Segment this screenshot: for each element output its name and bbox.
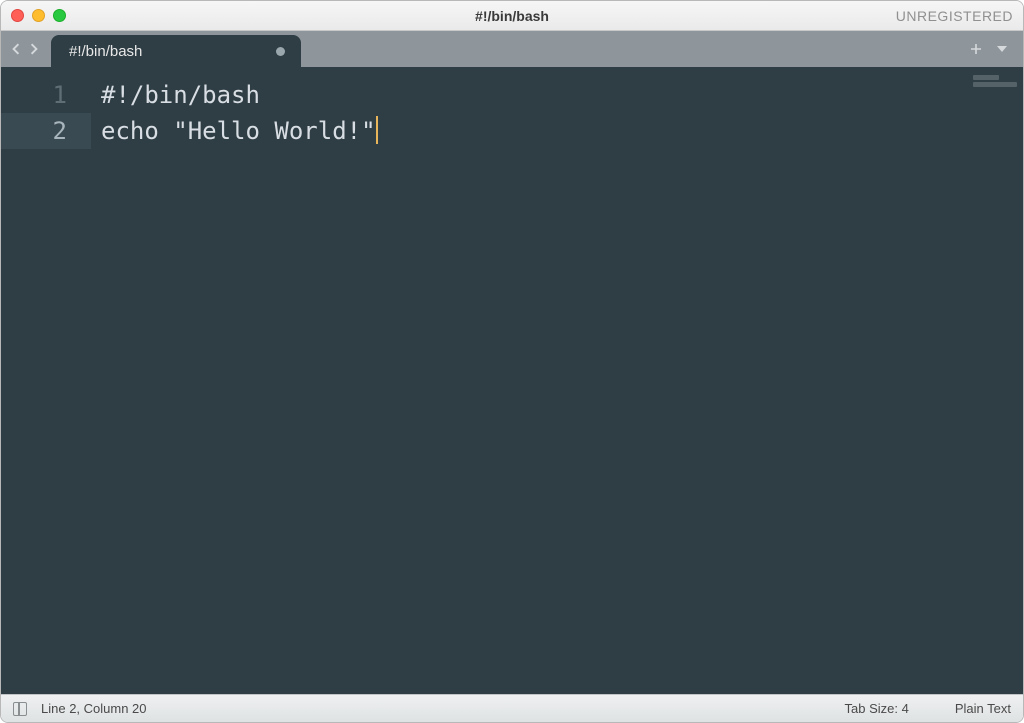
file-tab[interactable]: #!/bin/bash	[51, 35, 301, 67]
tab-dropdown-icon[interactable]	[995, 44, 1009, 54]
code-content[interactable]: #!/bin/bash echo "Hello World!"	[91, 67, 1023, 694]
tabbar-actions	[969, 42, 1009, 56]
minimap-line	[973, 82, 1017, 87]
status-right-group: Tab Size: 4 Plain Text	[845, 701, 1011, 716]
panel-toggle-icon[interactable]	[13, 702, 27, 716]
code-line[interactable]: echo "Hello World!"	[101, 113, 1023, 149]
code-line[interactable]: #!/bin/bash	[101, 77, 1023, 113]
status-bar: Line 2, Column 20 Tab Size: 4 Plain Text	[1, 694, 1023, 722]
line-number: 2	[1, 113, 91, 149]
nav-forward-icon[interactable]	[25, 40, 43, 58]
unsaved-indicator-icon	[276, 47, 285, 56]
code-text: echo "Hello World!"	[101, 117, 376, 145]
line-number: 1	[1, 77, 91, 113]
editor-area[interactable]: 1 2 #!/bin/bash echo "Hello World!"	[1, 67, 1023, 694]
tab-bar: #!/bin/bash	[1, 31, 1023, 67]
close-window-button[interactable]	[11, 9, 24, 22]
tab-label: #!/bin/bash	[69, 43, 142, 60]
text-cursor	[376, 116, 378, 144]
line-number-gutter: 1 2	[1, 67, 91, 694]
cursor-position[interactable]: Line 2, Column 20	[41, 701, 147, 716]
unregistered-label: UNREGISTERED	[896, 8, 1013, 24]
syntax-indicator[interactable]: Plain Text	[955, 701, 1011, 716]
titlebar: #!/bin/bash UNREGISTERED	[1, 1, 1023, 31]
new-tab-icon[interactable]	[969, 42, 983, 56]
window-controls	[11, 9, 66, 22]
tab-history-nav	[7, 31, 43, 67]
maximize-window-button[interactable]	[53, 9, 66, 22]
nav-back-icon[interactable]	[7, 40, 25, 58]
minimize-window-button[interactable]	[32, 9, 45, 22]
minimap[interactable]	[973, 75, 1017, 91]
tab-size-indicator[interactable]: Tab Size: 4	[845, 701, 909, 716]
editor-window: #!/bin/bash UNREGISTERED #!/bin/bash	[0, 0, 1024, 723]
window-title: #!/bin/bash	[475, 8, 549, 24]
minimap-line	[973, 75, 999, 80]
